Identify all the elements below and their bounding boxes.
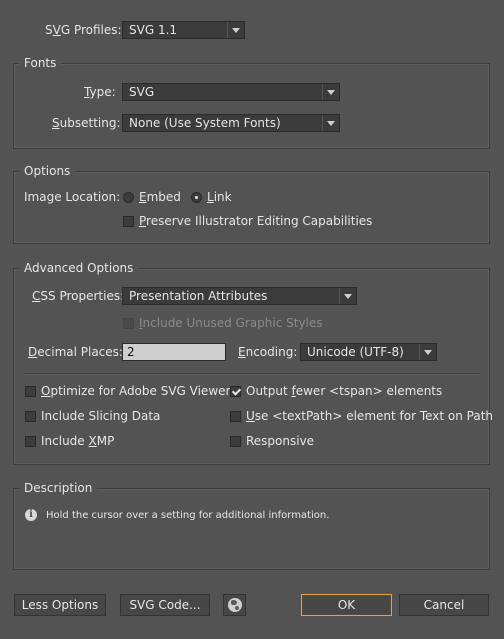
encoding-value: Unicode (UTF-8): [307, 345, 404, 359]
textpath-label: Use <textPath> element for Text on Path: [246, 409, 494, 423]
decimal-places-label: Decimal Places:: [28, 345, 123, 359]
encoding-label: Encoding:: [238, 345, 298, 359]
font-type-dropdown[interactable]: SVG: [122, 83, 340, 101]
fonts-group: [13, 63, 490, 149]
svg-profiles-value: SVG 1.1: [129, 23, 178, 37]
link-label: Link: [207, 190, 232, 204]
advanced-options-title: Advanced Options: [19, 261, 139, 275]
chevron-down-icon: [227, 22, 244, 38]
encoding-dropdown[interactable]: Unicode (UTF-8): [300, 343, 437, 361]
description-title: Description: [19, 481, 98, 495]
subsetting-value: None (Use System Fonts): [129, 116, 281, 130]
include-unused-label: Include Unused Graphic Styles: [139, 316, 323, 330]
preserve-checkbox[interactable]: [123, 216, 134, 227]
svg-profiles-dropdown[interactable]: SVG 1.1: [122, 21, 245, 39]
cancel-button[interactable]: Cancel: [399, 594, 489, 616]
chevron-down-icon: [322, 84, 339, 100]
font-type-value: SVG: [129, 85, 155, 99]
embed-label: Embed: [139, 190, 181, 204]
css-properties-value: Presentation Attributes: [129, 289, 268, 303]
include-unused-checkbox[interactable]: [123, 318, 134, 329]
chevron-down-icon: [322, 115, 339, 131]
chevron-down-icon: [339, 288, 356, 304]
image-location-label: Image Location:: [24, 190, 121, 204]
subsetting-dropdown[interactable]: None (Use System Fonts): [122, 114, 340, 132]
info-icon: i: [25, 509, 37, 521]
ok-button[interactable]: OK: [301, 594, 392, 616]
description-group: [13, 488, 490, 570]
output-fewer-label: Output fewer <tspan> elements: [246, 384, 443, 398]
optimize-checkbox[interactable]: [25, 386, 36, 397]
svg-code-button[interactable]: SVG Code...: [120, 594, 210, 616]
decimal-places-input[interactable]: 2: [122, 343, 226, 361]
chevron-down-icon: [419, 344, 436, 360]
responsive-checkbox[interactable]: [230, 436, 241, 447]
globe-icon: [228, 598, 242, 612]
fonts-group-title: Fonts: [19, 56, 62, 70]
output-fewer-checkbox[interactable]: [230, 386, 241, 397]
textpath-checkbox[interactable]: [230, 411, 241, 422]
subsetting-label: Subsetting:: [52, 116, 121, 130]
optimize-label: Optimize for Adobe SVG Viewer: [41, 384, 231, 398]
advanced-separator: [24, 373, 480, 375]
svg-profiles-label: SVG Profiles:: [45, 23, 122, 37]
options-group-title: Options: [19, 164, 76, 178]
description-text: Hold the cursor over a setting for addit…: [46, 510, 330, 521]
responsive-label: Responsive: [246, 434, 315, 448]
font-type-label: Type:: [84, 85, 116, 99]
css-properties-label: CSS Properties:: [32, 289, 125, 303]
less-options-button[interactable]: Less Options: [14, 594, 106, 616]
options-group: [13, 171, 490, 244]
preserve-label: Preserve Illustrator Editing Capabilitie…: [139, 214, 373, 228]
embed-radio[interactable]: [123, 192, 134, 203]
link-radio[interactable]: [191, 192, 202, 203]
slicing-label: Include Slicing Data: [41, 409, 161, 423]
slicing-checkbox[interactable]: [25, 411, 36, 422]
web-preview-button[interactable]: [223, 594, 246, 616]
xmp-label: Include XMP: [41, 434, 115, 448]
css-properties-dropdown[interactable]: Presentation Attributes: [122, 287, 357, 305]
xmp-checkbox[interactable]: [25, 436, 36, 447]
